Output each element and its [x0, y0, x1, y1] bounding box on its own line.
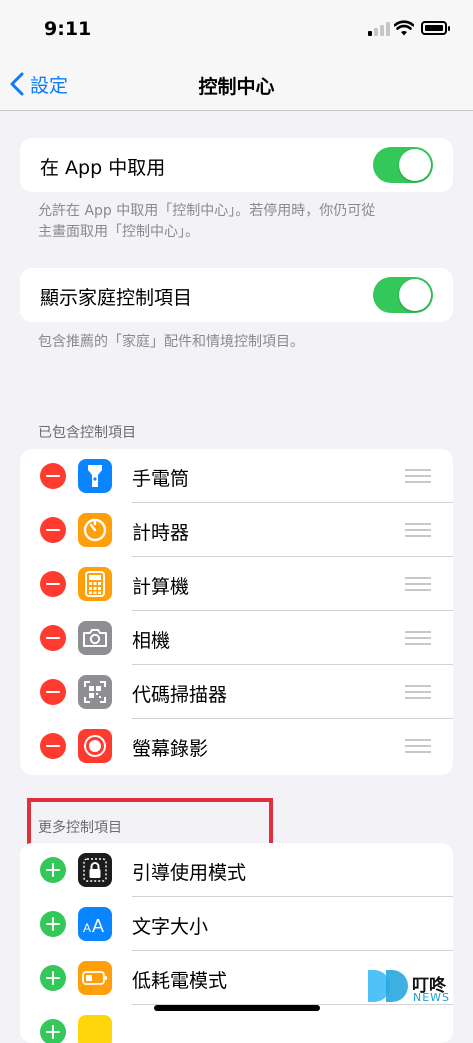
- remove-button[interactable]: [40, 625, 66, 651]
- screen-record-icon: [78, 729, 112, 763]
- access-in-apps-label: 在 App 中取用: [40, 157, 166, 179]
- access-in-apps-row: 在 App 中取用: [20, 138, 453, 192]
- battery-icon: [421, 21, 450, 35]
- home-indicator[interactable]: [154, 1005, 320, 1011]
- reorder-handle-icon[interactable]: [405, 469, 431, 483]
- list-item-label: 螢幕錄影: [132, 738, 209, 760]
- qr-scanner-icon: [78, 675, 112, 709]
- included-controls-list: 手電筒 計時器 計算機 相機 代碼掃描器 螢幕錄影: [20, 449, 453, 775]
- calculator-icon: [78, 567, 112, 601]
- list-item-label: 引導使用模式: [132, 862, 247, 884]
- remove-button[interactable]: [40, 463, 66, 489]
- reorder-handle-icon[interactable]: [405, 685, 431, 699]
- access-in-apps-toggle[interactable]: [373, 147, 433, 183]
- list-item-label: 計時器: [132, 522, 190, 544]
- list-item-label: 文字大小: [132, 916, 209, 938]
- list-item: 手電筒: [20, 449, 453, 503]
- home-controls-note: 包含推薦的「家庭」配件和情境控制項目。: [38, 334, 304, 350]
- svg-text:A: A: [92, 916, 104, 934]
- text-size-icon: AA: [78, 907, 112, 941]
- remove-button[interactable]: [40, 571, 66, 597]
- remove-button[interactable]: [40, 679, 66, 705]
- watermark-sub: NEWS: [413, 991, 451, 1004]
- page-title: 控制中心: [198, 76, 275, 98]
- list-item-label: 低耗電模式: [132, 970, 228, 992]
- navigation-bar: 設定 控制中心: [0, 60, 473, 111]
- home-controls-row: 顯示家庭控制項目: [20, 268, 453, 322]
- access-in-apps-note: 允許在 App 中取用「控制中心」。若停用時，你仍可從 主畫面取用「控制中心」。: [38, 201, 438, 243]
- status-time: 9:11: [44, 18, 92, 40]
- list-item: 螢幕錄影: [20, 719, 453, 773]
- watermark-logo: 叮咚 NEWS: [368, 968, 458, 1008]
- add-button[interactable]: [40, 1019, 66, 1043]
- next-item-icon: [78, 1015, 112, 1043]
- list-item-label: 代碼掃描器: [132, 684, 228, 706]
- low-power-icon: [78, 961, 112, 995]
- more-controls-list: 引導使用模式 AA 文字大小 低耗電模式: [20, 843, 453, 1043]
- list-item: 計算機: [20, 557, 453, 611]
- reorder-handle-icon[interactable]: [405, 523, 431, 537]
- list-item: 代碼掃描器: [20, 665, 453, 719]
- cellular-signal-icon: [368, 22, 390, 36]
- remove-button[interactable]: [40, 517, 66, 543]
- included-controls-header: 已包含控制項目: [38, 425, 136, 441]
- status-bar: 9:11: [0, 0, 473, 60]
- list-item-label: 計算機: [132, 576, 190, 598]
- access-in-apps-note-line1: 允許在 App 中取用「控制中心」。若停用時，你仍可從: [38, 203, 376, 219]
- list-item: AA 文字大小: [20, 897, 453, 951]
- remove-button[interactable]: [40, 733, 66, 759]
- more-controls-header: 更多控制項目: [38, 820, 122, 836]
- home-controls-label: 顯示家庭控制項目: [40, 287, 193, 309]
- svg-text:A: A: [83, 921, 91, 934]
- reorder-handle-icon[interactable]: [405, 577, 431, 591]
- wifi-icon: [394, 20, 414, 36]
- add-button[interactable]: [40, 965, 66, 991]
- list-item: 引導使用模式: [20, 843, 453, 897]
- reorder-handle-icon[interactable]: [405, 739, 431, 753]
- list-item-label: 相機: [132, 630, 171, 652]
- list-item: 相機: [20, 611, 453, 665]
- add-button[interactable]: [40, 911, 66, 937]
- guided-access-icon: [78, 853, 112, 887]
- flashlight-icon: [78, 459, 112, 493]
- access-in-apps-note-line2: 主畫面取用「控制中心」。: [38, 224, 199, 240]
- list-item-label: 手電筒: [132, 468, 190, 490]
- add-button[interactable]: [40, 857, 66, 883]
- timer-icon: [78, 513, 112, 547]
- camera-icon: [78, 621, 112, 655]
- list-item: 計時器: [20, 503, 453, 557]
- reorder-handle-icon[interactable]: [405, 631, 431, 645]
- home-controls-toggle[interactable]: [373, 277, 433, 313]
